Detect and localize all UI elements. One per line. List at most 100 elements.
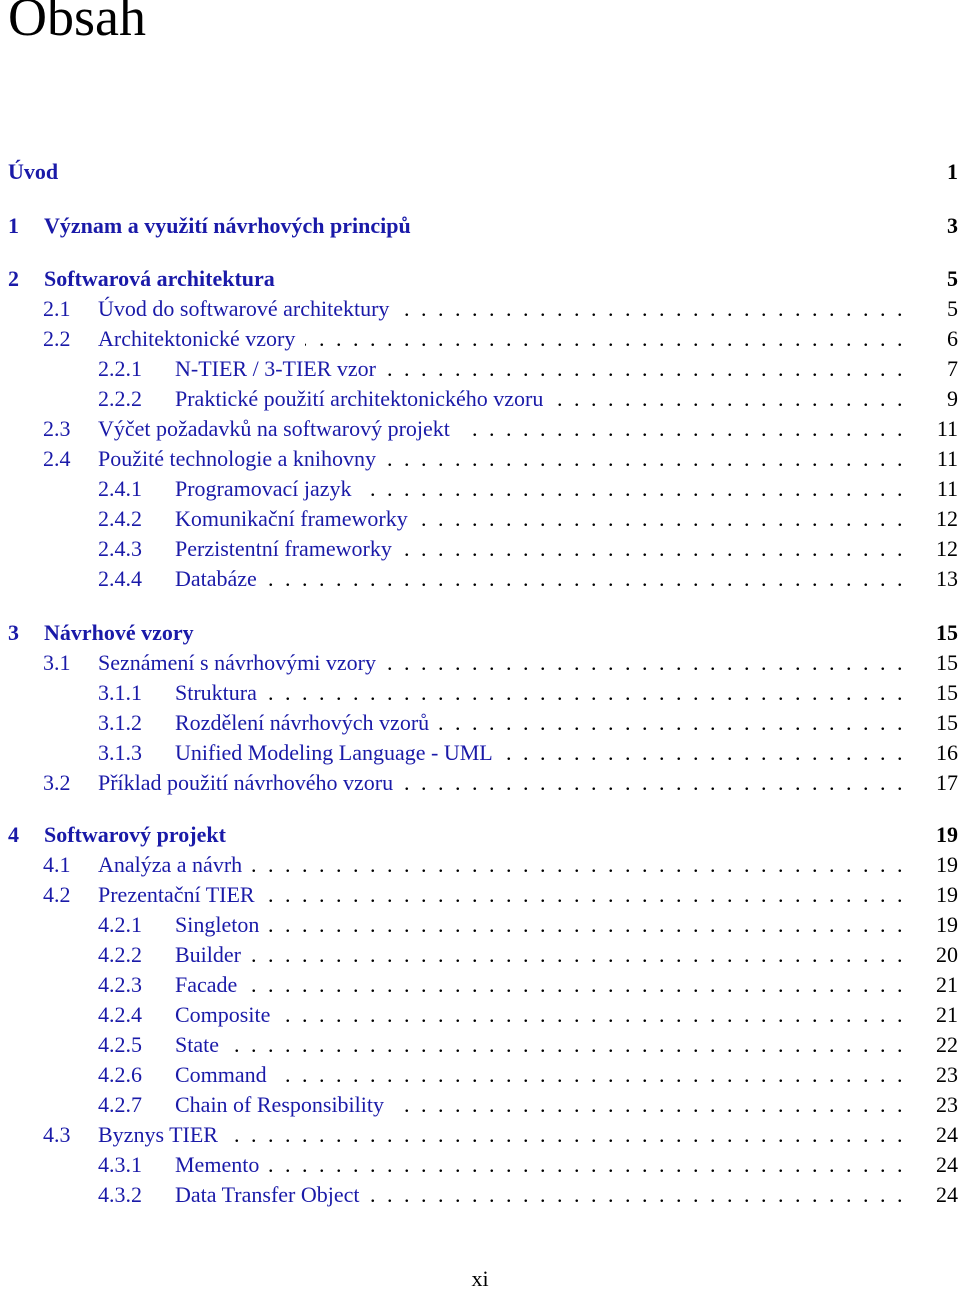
toc-subsection[interactable]: 4.2.3...................................… [0,970,960,1000]
toc-entry-link[interactable]: Analýza a návrh [98,850,249,880]
toc-leader-dots: ........................................… [362,476,914,501]
toc-subsection[interactable]: 2.4.4...................................… [0,564,960,594]
toc-subsection[interactable]: 4.2.2...................................… [0,940,960,970]
toc-leader-dots: ........................................… [439,710,914,735]
toc-entry-link[interactable]: Struktura [175,678,263,708]
toc-entry-link[interactable]: Úvod do softwarové architektury [98,294,396,324]
toc-page-number: 15 [936,710,958,735]
toc-section[interactable]: 2.3.....................................… [0,414,960,444]
toc-leader-dots: ........................................… [269,912,914,937]
toc-entry-link[interactable]: Byznys TIER [98,1120,224,1150]
toc-entry-number: 2.4.1 [98,476,142,501]
toc-leader-dots: ........................................… [418,506,914,531]
toc-entry-number: 3.1.3 [98,740,142,765]
toc-page-number: 11 [936,446,958,471]
toc-entry-link[interactable]: Composite [175,1000,277,1030]
toc-chapter[interactable]: 4 Softwarový projekt 19 [0,820,960,850]
toc-page-number: 5 [947,296,958,321]
toc-page-number: 15 [936,680,958,705]
toc-entry-link[interactable]: Softwarová architektura [44,264,281,294]
toc-page-number: 12 [936,506,958,531]
toc-subsection[interactable]: 4.3.2...................................… [0,1180,960,1210]
toc-entry-link[interactable]: Unified Modeling Language - UML [175,738,499,768]
toc-subsection[interactable]: 2.4.2...................................… [0,504,960,534]
toc-subsection[interactable]: 4.2.7...................................… [0,1090,960,1120]
toc-subsection[interactable]: 3.1.1...................................… [0,678,960,708]
toc-entry-link[interactable]: Builder [175,940,247,970]
toc-subsection[interactable]: 4.3.1...................................… [0,1150,960,1180]
toc-subsection[interactable]: 4.2.1...................................… [0,910,960,940]
toc-entry-link[interactable]: Databáze [175,564,263,594]
toc-entry-number: 2 [8,266,19,291]
toc-entry-link[interactable]: Prezentační TIER [98,880,261,910]
toc-leader-dots: ........................................… [503,740,914,765]
toc-entry-number: 4.2.7 [98,1092,142,1117]
toc-chapter[interactable]: 1 Význam a využití návrhových principů 3 [0,211,960,241]
toc-page-number: 12 [936,536,958,561]
toc-entry-link[interactable]: State [175,1030,225,1060]
toc-leader-dots: ........................................… [386,650,914,675]
toc-subsection[interactable]: 4.2.5...................................… [0,1030,960,1060]
toc-subsection[interactable]: 2.2.2...................................… [0,384,960,414]
toc-entry-link[interactable]: Architektonické vzory [98,324,302,354]
toc-chapter[interactable]: 2 Softwarová architektura 5 [0,264,960,294]
toc-entry-link[interactable]: Praktické použití architektonického vzor… [175,384,550,414]
toc-subsection[interactable]: 2.2.1...................................… [0,354,960,384]
toc-chapter[interactable]: Úvod 1 [0,157,960,187]
toc-entry-link[interactable]: Rozdělení návrhových vzorů [175,708,436,738]
toc-page-number: 19 [936,852,958,877]
toc-section[interactable]: 4.2.....................................… [0,880,960,910]
toc-section[interactable]: 2.4.....................................… [0,444,960,474]
toc-section[interactable]: 4.1.....................................… [0,850,960,880]
toc-entry-link[interactable]: Seznámení s návrhovými vzory [98,648,382,678]
toc-section[interactable]: 2.2.....................................… [0,324,960,354]
toc-section[interactable]: 3.1.....................................… [0,648,960,678]
toc-subsection[interactable]: 4.2.6...................................… [0,1060,960,1090]
toc-leader-dots: ........................................… [277,1062,914,1087]
toc-entry-link[interactable]: Memento [175,1150,266,1180]
toc-subsection[interactable]: 3.1.3...................................… [0,738,960,768]
toc-page-number: 13 [936,566,958,591]
toc-leader-dots: ........................................… [305,326,914,351]
toc-entry-number: 4.1 [43,852,71,877]
toc-leader-dots: ........................................… [251,942,914,967]
toc-entry-link[interactable]: Úvod [8,157,65,187]
toc-entry-number: 3.2 [43,770,71,795]
toc-entry-link[interactable]: Perzistentní frameworky [175,534,398,564]
toc-leader-dots: ........................................… [280,1002,914,1027]
toc-entry-number: 4.2.3 [98,972,142,997]
toc-entry-link[interactable]: Návrhové vzory [44,618,200,648]
toc-entry-link[interactable]: Singleton [175,910,266,940]
toc-entry-number: 4.3 [43,1122,71,1147]
toc-subsection[interactable]: 4.2.4...................................… [0,1000,960,1030]
toc-subsection[interactable]: 3.1.2...................................… [0,708,960,738]
toc-entry-link[interactable]: Použité technologie a knihovny [98,444,382,474]
toc-section[interactable]: 3.2.....................................… [0,768,960,798]
toc-page-number: 22 [936,1032,958,1057]
toc-page-number: 11 [936,476,958,501]
toc-entry-link[interactable]: Data Transfer Object [175,1180,366,1210]
toc-entry-number: 1 [8,213,19,238]
toc-entry-link[interactable]: Výčet požadavků na softwarový projekt [98,414,456,444]
toc-entry-link[interactable]: Význam a využití návrhových principů [44,211,417,241]
toc-entry-link[interactable]: N-TIER / 3-TIER vzor [175,354,382,384]
toc-entry-number: 4.2.5 [98,1032,142,1057]
toc-page-number: 15 [936,650,958,675]
toc-page-number: 6 [947,326,958,351]
toc-entry-link[interactable]: Chain of Responsibility [175,1090,390,1120]
toc-entry-link[interactable]: Programovací jazyk [175,474,358,504]
toc-subsection[interactable]: 2.4.3...................................… [0,534,960,564]
footer-page-number: xi [471,1266,489,1291]
toc-section[interactable]: 2.1.....................................… [0,294,960,324]
toc-page-number: 19 [936,822,958,847]
toc-entry-link[interactable]: Softwarový projekt [44,820,232,850]
toc-entry-link[interactable]: Příklad použití návrhového vzoru [98,768,400,798]
toc-section[interactable]: 4.3.....................................… [0,1120,960,1150]
toc-chapter[interactable]: 3 Návrhové vzory 15 [0,618,960,648]
toc-entry-link[interactable]: Command [175,1060,273,1090]
toc-entry-number: 3.1 [43,650,71,675]
toc-leader-dots: ........................................… [403,770,914,795]
toc-entry-link[interactable]: Komunikační frameworky [175,504,414,534]
toc-subsection[interactable]: 2.4.1...................................… [0,474,960,504]
toc-entry-link[interactable]: Facade [175,970,244,1000]
